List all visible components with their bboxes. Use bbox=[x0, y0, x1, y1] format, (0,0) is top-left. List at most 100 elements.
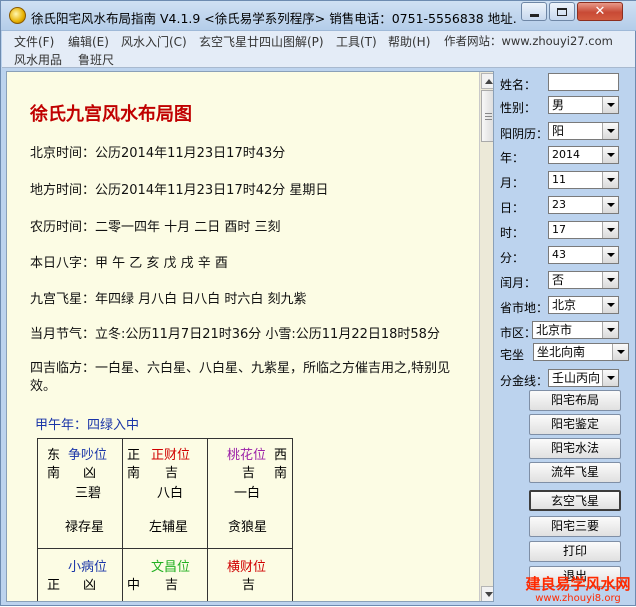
palace-name: 文昌位 bbox=[151, 560, 191, 575]
day-value: 23 bbox=[552, 198, 566, 211]
menu-fengshui-goods[interactable]: 风水用品 bbox=[14, 51, 62, 68]
palace-name: 争吵位 bbox=[68, 448, 108, 463]
app-window: 徐氏阳宅风水布局指南 V4.1.9 <徐氏易学系列程序> 销售电话：0751-5… bbox=[0, 0, 636, 606]
chevron-down-icon bbox=[602, 172, 618, 188]
fenjin-line-select[interactable]: 壬山丙向 bbox=[548, 369, 619, 387]
chevron-down-icon bbox=[602, 197, 618, 213]
palace-east: 小病位 正 凶 bbox=[43, 556, 125, 601]
chevron-down-icon bbox=[602, 322, 618, 338]
chevron-down-icon bbox=[485, 592, 493, 597]
maximize-icon bbox=[557, 7, 567, 16]
year-star-heading: 甲午年：四绿入中 bbox=[35, 418, 140, 433]
palace-center: 文昌位 中 吉 bbox=[127, 556, 209, 601]
menu-luban-ruler[interactable]: 鲁班尺 bbox=[78, 51, 114, 68]
nine-palace-grid: 东 争吵位 南 凶 三碧 禄存星 正 正财位 南 吉 八白 左辅星 桃花位 西 … bbox=[37, 438, 299, 601]
scroll-thumb[interactable] bbox=[481, 90, 493, 142]
window-title: 徐氏阳宅风水布局指南 V4.1.9 <徐氏易学系列程序> 销售电话：0751-5… bbox=[31, 11, 517, 26]
calendar-type-select[interactable]: 阳 bbox=[548, 122, 619, 140]
palace-direction: 西 bbox=[274, 448, 288, 463]
hour-label: 时： bbox=[500, 226, 525, 240]
chevron-down-icon bbox=[602, 147, 618, 163]
palace-aux-star: 左辅星 bbox=[149, 520, 189, 535]
palace-direction: 正 bbox=[127, 448, 141, 463]
menu-xuankong[interactable]: 玄空飞星廿四山图解(P) bbox=[199, 33, 324, 50]
palace-aux-star: 禄存星 bbox=[65, 520, 105, 535]
district-select[interactable]: 北京市 bbox=[532, 321, 619, 339]
leap-month-select[interactable]: 否 bbox=[548, 271, 619, 289]
house-facing-select[interactable]: 坐北向南 bbox=[533, 343, 629, 361]
palace-direction: 东 bbox=[47, 448, 61, 463]
vertical-scrollbar[interactable] bbox=[479, 72, 493, 601]
local-time-line: 地方时间：公历2014年11月23日17时42分 星期日 bbox=[30, 183, 329, 198]
province-label: 省市地： bbox=[500, 301, 549, 315]
palace-name: 正财位 bbox=[151, 448, 191, 463]
chevron-down-icon bbox=[602, 222, 618, 238]
house-facing-value: 坐北向南 bbox=[537, 345, 586, 359]
palace-luck: 吉 bbox=[165, 578, 179, 593]
month-label: 月： bbox=[500, 176, 525, 190]
menu-edit[interactable]: 编辑(E) bbox=[68, 33, 109, 50]
palace-direction: 南 bbox=[47, 466, 61, 481]
province-select[interactable]: 北京 bbox=[548, 296, 619, 314]
grid-line bbox=[37, 438, 38, 601]
menu-file[interactable]: 文件(F) bbox=[14, 33, 54, 50]
palace-name: 桃花位 bbox=[227, 448, 267, 463]
chevron-up-icon bbox=[485, 79, 493, 84]
minute-label: 分： bbox=[500, 251, 525, 265]
palace-luck: 凶 bbox=[83, 578, 97, 593]
xuankong-flying-star-button[interactable]: 玄空飞星 bbox=[529, 490, 621, 511]
month-select[interactable]: 11 bbox=[548, 171, 619, 189]
hour-value: 17 bbox=[552, 223, 566, 236]
report-panel: 徐氏九宫风水布局图 北京时间：公历2014年11月23日17时43分 地方时间：… bbox=[6, 71, 494, 602]
maximize-button[interactable] bbox=[549, 2, 575, 21]
minute-select[interactable]: 43 bbox=[548, 246, 619, 264]
scroll-up-button[interactable] bbox=[481, 73, 493, 89]
chevron-down-icon bbox=[602, 247, 618, 263]
hour-select[interactable]: 17 bbox=[548, 221, 619, 239]
day-select[interactable]: 23 bbox=[548, 196, 619, 214]
palace-direction: 南 bbox=[127, 466, 141, 481]
water-method-button[interactable]: 阳宅水法 bbox=[529, 438, 621, 459]
year-value: 2014 bbox=[552, 148, 580, 161]
close-button[interactable]: ✕ bbox=[577, 2, 623, 21]
palace-west: 横财位 吉 bbox=[212, 556, 294, 601]
chevron-down-icon bbox=[602, 123, 618, 139]
palace-name: 小病位 bbox=[68, 560, 108, 575]
minimize-button[interactable] bbox=[521, 2, 547, 21]
three-essentials-button[interactable]: 阳宅三要 bbox=[529, 516, 621, 537]
watermark: 建良易学风水网 www.zhouyi8.org bbox=[519, 573, 636, 607]
gender-select[interactable]: 男 bbox=[548, 96, 619, 114]
watermark-text: 建良易学风水网 bbox=[525, 575, 631, 593]
leap-month-value: 否 bbox=[552, 273, 565, 287]
beijing-time-line: 北京时间：公历2014年11月23日17时43分 bbox=[30, 146, 286, 161]
report-title: 徐氏九宫风水布局图 bbox=[30, 104, 192, 125]
chevron-down-icon bbox=[612, 344, 628, 360]
annual-flying-star-button[interactable]: 流年飞星 bbox=[529, 462, 621, 483]
calendar-type-value: 阳 bbox=[552, 124, 565, 138]
settings-panel: 姓名： 性别： 男 阳阴历： 阳 年： 2014 月： 11 日： 23 时： … bbox=[496, 69, 633, 605]
house-layout-button[interactable]: 阳宅布局 bbox=[529, 390, 621, 411]
menu-help[interactable]: 帮助(H) bbox=[388, 33, 430, 50]
grip-line bbox=[485, 119, 492, 120]
solar-term-line: 当月节气：立冬:公历11月7日21时36分 小雪:公历11月22日18时58分 bbox=[30, 327, 440, 342]
palace-luck: 吉 bbox=[242, 578, 256, 593]
fenjin-line-label: 分金线： bbox=[500, 374, 549, 388]
auspicious-directions-line: 四吉临方：一白星、六白星、八白星、九紫星，所临之方催吉用之,特别见效。 bbox=[30, 361, 451, 394]
palace-direction: 正 bbox=[47, 578, 61, 593]
palace-luck: 吉 bbox=[242, 466, 256, 481]
palace-star: 一白 bbox=[234, 486, 261, 501]
watermark-url: www.zhouyi8.org bbox=[535, 593, 621, 604]
menu-tools[interactable]: 工具(T) bbox=[336, 33, 377, 50]
scroll-down-button[interactable] bbox=[481, 586, 493, 601]
name-input[interactable] bbox=[548, 73, 619, 91]
year-select[interactable]: 2014 bbox=[548, 146, 619, 164]
title-bar: 徐氏阳宅风水布局指南 V4.1.9 <徐氏易学系列程序> 销售电话：0751-5… bbox=[1, 1, 636, 31]
menu-author-site[interactable]: 作者网站：www.zhouyi27.com bbox=[444, 33, 613, 49]
gender-value: 男 bbox=[552, 98, 565, 112]
print-button[interactable]: 打印 bbox=[529, 541, 621, 562]
menu-fengshui-intro[interactable]: 风水入门(C) bbox=[121, 33, 187, 50]
lunar-time-line: 农历时间：二零一四年 十月 二日 酉时 三刻 bbox=[30, 220, 281, 235]
chevron-down-icon bbox=[602, 97, 618, 113]
year-label: 年： bbox=[500, 151, 525, 165]
house-appraisal-button[interactable]: 阳宅鉴定 bbox=[529, 414, 621, 435]
